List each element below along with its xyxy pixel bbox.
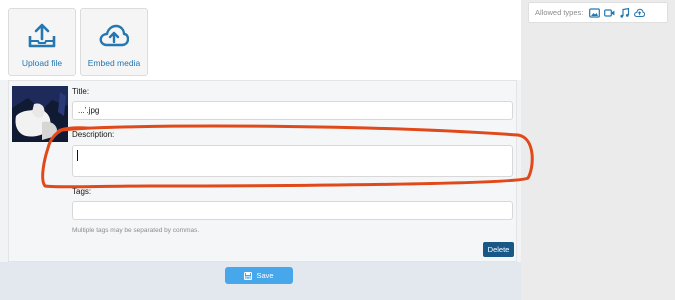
cloud-upload-icon [99, 24, 129, 47]
thumbnail-image [12, 86, 68, 142]
allowed-types-label: Allowed types: [535, 8, 584, 17]
attachment-item: Title: Description: Tags: Multiple tags … [8, 80, 517, 262]
save-button[interactable]: Save [225, 267, 293, 284]
title-input[interactable] [72, 101, 513, 120]
attachment-thumbnail[interactable] [12, 86, 68, 142]
embed-icon[interactable] [634, 8, 646, 18]
upload-area: Upload file Embed media [0, 0, 521, 80]
delete-button[interactable]: Delete [483, 242, 514, 257]
save-bar: Save [0, 262, 521, 300]
tags-hint: Multiple tags may be separated by commas… [72, 227, 200, 234]
media-editor-panel: Upload file Embed media Title: Descripti… [0, 0, 521, 300]
tags-label: Tags: [72, 187, 92, 196]
embed-media-button[interactable]: Embed media [80, 8, 148, 76]
allowed-types-box: Allowed types: [528, 2, 668, 23]
description-label: Description: [72, 130, 115, 139]
upload-file-button[interactable]: Upload file [8, 8, 76, 76]
save-label: Save [256, 271, 274, 280]
text-cursor [77, 150, 78, 161]
upload-tray-icon [28, 23, 56, 48]
title-label: Title: [72, 87, 90, 96]
video-icon[interactable] [604, 8, 615, 18]
tags-input[interactable] [72, 201, 513, 220]
audio-icon[interactable] [619, 7, 630, 18]
image-icon[interactable] [589, 7, 601, 18]
floppy-disk-icon [244, 271, 253, 280]
upload-file-label: Upload file [21, 58, 63, 68]
embed-media-label: Embed media [87, 58, 141, 68]
description-textarea[interactable] [72, 145, 513, 177]
